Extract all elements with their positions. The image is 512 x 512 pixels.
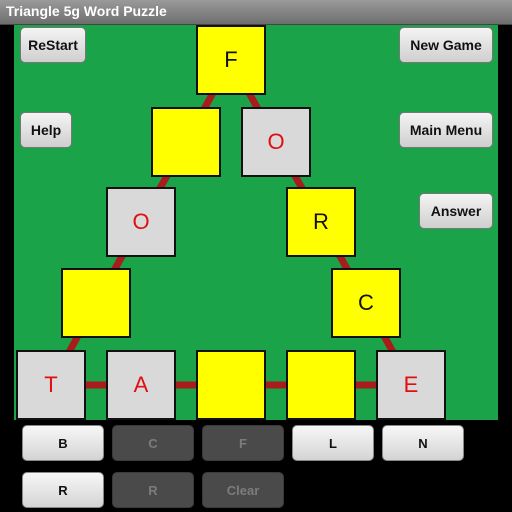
title-bar: Triangle 5g Word Puzzle — [0, 0, 512, 25]
letter-key-b[interactable]: B — [22, 425, 104, 461]
letter-key-c[interactable]: C — [112, 425, 194, 461]
tile-row5-5[interactable]: E — [376, 350, 446, 420]
tile-row2-right[interactable]: O — [241, 107, 311, 177]
tile-row5-1[interactable]: T — [16, 350, 86, 420]
game-board: ReStart New Game Help Main Menu Answer F… — [14, 25, 498, 420]
letter-key-r[interactable]: R — [22, 472, 104, 508]
restart-button[interactable]: ReStart — [20, 27, 86, 63]
main-menu-button[interactable]: Main Menu — [399, 112, 493, 148]
letter-key-l[interactable]: L — [292, 425, 374, 461]
tile-row3-right[interactable]: R — [286, 187, 356, 257]
letter-key-r-used[interactable]: R — [112, 472, 194, 508]
answer-button[interactable]: Answer — [419, 193, 493, 229]
tile-row1[interactable]: F — [196, 25, 266, 95]
tile-row4-left[interactable] — [61, 268, 131, 338]
tile-row3-left[interactable]: O — [106, 187, 176, 257]
tile-row2-left[interactable] — [151, 107, 221, 177]
new-game-button[interactable]: New Game — [399, 27, 493, 63]
tile-row4-right[interactable]: C — [331, 268, 401, 338]
clear-button[interactable]: Clear — [202, 472, 284, 508]
tile-row5-4[interactable] — [286, 350, 356, 420]
help-button[interactable]: Help — [20, 112, 72, 148]
letter-key-n[interactable]: N — [382, 425, 464, 461]
tile-row5-3[interactable] — [196, 350, 266, 420]
window-title: Triangle 5g Word Puzzle — [6, 3, 167, 19]
letter-key-f[interactable]: F — [202, 425, 284, 461]
tile-row5-2[interactable]: A — [106, 350, 176, 420]
